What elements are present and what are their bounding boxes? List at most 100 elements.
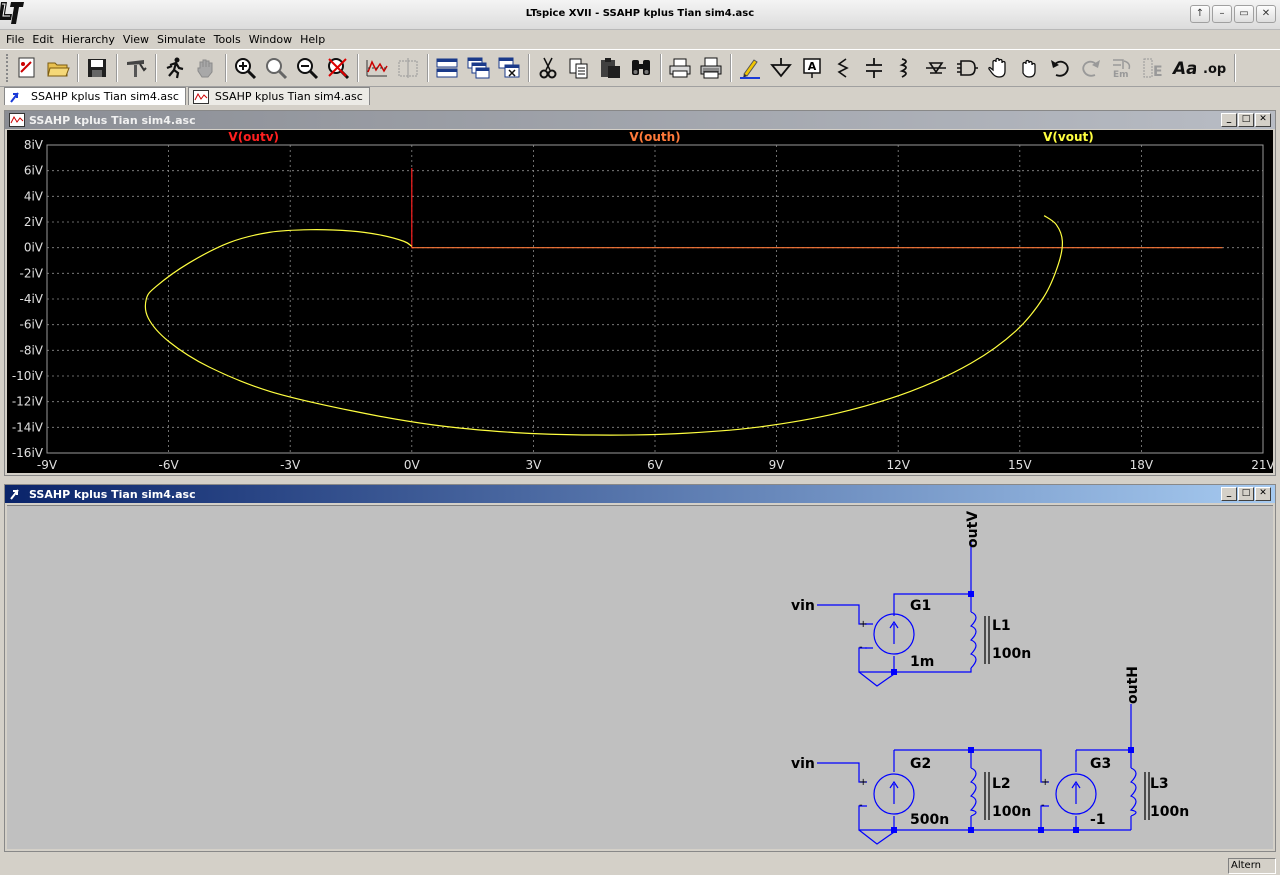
toolbar-separator	[155, 54, 157, 82]
tile-icon[interactable]	[433, 54, 461, 82]
g2-ref-label: G2	[910, 756, 931, 772]
print-icon[interactable]	[697, 54, 725, 82]
drag-icon[interactable]	[1015, 54, 1043, 82]
trace-label-voutv: V(outv)	[228, 130, 279, 144]
waveform-close-button[interactable]: ✕	[1255, 113, 1271, 127]
close-window-icon[interactable]	[495, 54, 523, 82]
open-icon[interactable]	[44, 54, 72, 82]
schematic-wires	[817, 541, 1132, 845]
window-minimize-button[interactable]: –	[1212, 5, 1232, 23]
menu-file[interactable]: File	[2, 30, 28, 49]
x-tick-label: 6V	[647, 458, 664, 472]
g1-value-label: 1m	[910, 654, 934, 670]
label-net-icon[interactable]: A	[798, 54, 826, 82]
cut-icon[interactable]	[534, 54, 562, 82]
menu-bar: File Edit Hierarchy View Simulate Tools …	[0, 30, 1280, 49]
schematic-icon	[10, 489, 19, 500]
rotate-icon[interactable]: Em	[1108, 54, 1136, 82]
menu-tools[interactable]: Tools	[210, 30, 245, 49]
g1-ref-label: G1	[910, 598, 931, 614]
waveform-window-titlebar[interactable]: SSAHP kplus Tian sim4.asc _ □ ✕	[5, 111, 1275, 129]
g3-minus-pin: -	[1041, 800, 1045, 811]
toolbar-separator	[357, 54, 359, 82]
capacitor-icon[interactable]	[860, 54, 888, 82]
x-tick-label: 15V	[1008, 458, 1032, 472]
window-maximize-button[interactable]: ▭	[1234, 5, 1254, 23]
resistor-icon[interactable]	[829, 54, 857, 82]
g2-minus-pin: -	[859, 800, 863, 811]
schematic-canvas[interactable]: vin vin outV outH G1 1m L1 100n G2 500n …	[7, 505, 1273, 849]
paste-icon[interactable]	[596, 54, 624, 82]
x-tick-label: 0V	[404, 458, 421, 472]
waveform-window-title: SSAHP kplus Tian sim4.asc	[29, 113, 196, 127]
ground-icon[interactable]	[767, 54, 795, 82]
ltspice-app: LTspice XVII - SSAHP kplus Tian sim4.asc…	[0, 0, 1280, 875]
zoom-cancel-icon[interactable]	[324, 54, 352, 82]
print-setup-icon[interactable]	[666, 54, 694, 82]
window-close-button[interactable]: ✕	[1256, 5, 1276, 23]
trace-label-vouth: V(outh)	[629, 130, 680, 144]
run-icon[interactable]	[161, 54, 189, 82]
component-icon[interactable]	[953, 54, 981, 82]
spice-directive-icon[interactable]: .op	[1201, 54, 1229, 82]
text-icon[interactable]: Aa	[1170, 54, 1198, 82]
tab-schematic[interactable]: SSAHP kplus Tian sim4.asc	[4, 87, 186, 105]
waveform-plot[interactable]: -9V -6V -3V 0V 3V 6V 9V 12V 15V 18V 21V 8iV 6iV 4iV 2i…	[7, 130, 1276, 473]
y-tick-label: -2iV	[19, 266, 43, 280]
tab-label: SSAHP kplus Tian sim4.asc	[214, 90, 363, 103]
menu-view[interactable]: View	[119, 30, 153, 49]
halt-icon[interactable]	[192, 54, 220, 82]
menu-hierarchy[interactable]: Hierarchy	[58, 30, 119, 49]
zoom-out-icon[interactable]	[293, 54, 321, 82]
find-icon[interactable]	[627, 54, 655, 82]
copy-icon[interactable]	[565, 54, 593, 82]
move-icon[interactable]	[984, 54, 1012, 82]
tab-waveform[interactable]: SSAHP kplus Tian sim4.asc	[187, 87, 370, 105]
zoom-in-icon[interactable]	[231, 54, 259, 82]
waveform-maximize-button[interactable]: □	[1238, 113, 1254, 127]
toolbar-grip[interactable]	[6, 54, 9, 82]
menu-window[interactable]: Window	[245, 30, 296, 49]
menu-help[interactable]: Help	[296, 30, 329, 49]
schematic-maximize-button[interactable]: □	[1238, 487, 1254, 501]
svg-text:.op: .op	[1203, 62, 1226, 77]
waveform-minimize-button[interactable]: _	[1221, 113, 1237, 127]
control-panel-icon[interactable]	[122, 54, 150, 82]
diode-icon[interactable]	[922, 54, 950, 82]
cascade-icon[interactable]	[464, 54, 492, 82]
schematic-drawing[interactable]: vin vin outV outH G1 1m L1 100n G2 500n …	[7, 506, 1273, 850]
menu-simulate[interactable]: Simulate	[153, 30, 210, 49]
g3-ref-label: G3	[1090, 756, 1111, 772]
schematic-close-button[interactable]: ✕	[1255, 487, 1271, 501]
l1-ref-label: L1	[992, 618, 1011, 634]
schematic-window-titlebar[interactable]: SSAHP kplus Tian sim4.asc _ □ ✕	[5, 485, 1275, 503]
mirror-icon[interactable]: E	[1139, 54, 1167, 82]
toolbar-separator	[528, 54, 530, 82]
autorange-icon[interactable]	[363, 54, 391, 82]
toolbar-separator	[1234, 54, 1236, 82]
view-fft-icon[interactable]	[394, 54, 422, 82]
title-bar[interactable]: LTspice XVII - SSAHP kplus Tian sim4.asc…	[0, 0, 1280, 30]
l3-value-label: 100n	[1150, 804, 1189, 820]
y-tick-label: 6iV	[24, 164, 44, 178]
schematic-minimize-button[interactable]: _	[1221, 487, 1237, 501]
inductor-icon[interactable]	[891, 54, 919, 82]
y-tick-label: 2iV	[24, 215, 44, 229]
status-text: Altern	[1228, 858, 1276, 874]
redo-icon[interactable]	[1077, 54, 1105, 82]
new-schematic-icon[interactable]	[13, 54, 41, 82]
toolbar-separator	[660, 54, 662, 82]
window-up-button[interactable]: ↑	[1190, 5, 1210, 23]
draw-wire-icon[interactable]	[736, 54, 764, 82]
x-tick-label: 3V	[525, 458, 542, 472]
save-icon[interactable]	[83, 54, 111, 82]
undo-icon[interactable]	[1046, 54, 1074, 82]
waveform-window: SSAHP kplus Tian sim4.asc _ □ ✕ -9V -6V -3…	[4, 110, 1276, 476]
y-tick-label: -8iV	[19, 343, 43, 357]
pan-icon[interactable]	[262, 54, 290, 82]
plot-area[interactable]: -9V -6V -3V 0V 3V 6V 9V 12V 15V 18V 21V 8iV 6iV 4iV 2i…	[7, 130, 1276, 473]
schematic-icon	[10, 91, 19, 103]
toolbar-separator	[77, 54, 79, 82]
toolbar-separator	[225, 54, 227, 82]
menu-edit[interactable]: Edit	[28, 30, 57, 49]
